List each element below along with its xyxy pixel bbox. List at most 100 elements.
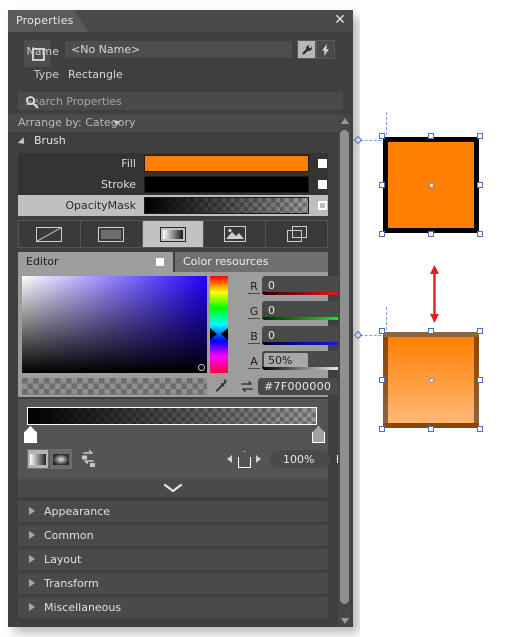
properties-content: Arrange by: Category Brush Fill Stroke O…: [8, 114, 346, 627]
channel-a-label: A: [248, 355, 260, 369]
gradient-brush-icon[interactable]: [142, 221, 205, 247]
channel-r-input[interactable]: 0: [262, 276, 346, 295]
handle-bottom-right[interactable]: [477, 231, 483, 237]
opacitymask-swatch[interactable]: [144, 197, 309, 214]
section-appearance[interactable]: Appearance: [18, 501, 328, 522]
gradient-stop-editor: 100%: [18, 399, 345, 479]
rectangle-shape[interactable]: [383, 137, 479, 233]
selected-stop-icon: [238, 451, 251, 468]
section-miscellaneous[interactable]: Miscellaneous: [18, 597, 328, 618]
opacitymask-advanced-toggle[interactable]: [318, 201, 327, 210]
hue-slider[interactable]: [210, 276, 228, 373]
editor-tabstrip: Editor Color resources: [18, 252, 328, 272]
channel-a-gradient: [262, 367, 346, 370]
no-brush-icon[interactable]: [19, 221, 81, 247]
handle-middle-left[interactable]: [379, 377, 385, 383]
wrench-icon[interactable]: [297, 40, 316, 59]
fill-advanced-toggle[interactable]: [318, 159, 327, 168]
alignment-guide-vertical: [386, 307, 387, 335]
handle-top-left[interactable]: [379, 133, 385, 139]
tab-properties[interactable]: Properties: [8, 10, 88, 32]
rotation-origin-icon[interactable]: [353, 330, 363, 340]
type-label: Type: [33, 68, 59, 81]
radial-gradient-icon[interactable]: [50, 449, 72, 469]
handle-bottom-left[interactable]: [379, 231, 385, 237]
channel-r-value: 0: [268, 279, 275, 292]
rectangle-with-opacity-mask[interactable]: [353, 307, 483, 432]
handle-top-center[interactable]: [428, 133, 434, 139]
swap-colors-icon[interactable]: [240, 380, 254, 396]
fill-swatch[interactable]: [144, 155, 309, 172]
saturation-value-picker[interactable]: [22, 276, 207, 373]
brush-row-stroke[interactable]: Stroke: [18, 174, 328, 195]
properties-scrollbar[interactable]: [338, 114, 351, 627]
eyedropper-icon[interactable]: [214, 379, 228, 396]
brush-section-header[interactable]: Brush: [8, 132, 338, 150]
rectangle-without-mask[interactable]: [353, 112, 483, 237]
properties-scroll-body: Arrange by: Category Brush Fill Stroke O…: [8, 114, 353, 627]
handle-top-left[interactable]: [379, 328, 385, 334]
tab-color-resources-label: Color resources: [183, 255, 269, 268]
handle-top-right[interactable]: [477, 133, 483, 139]
stroke-swatch[interactable]: [144, 176, 309, 193]
handle-bottom-left[interactable]: [379, 426, 385, 432]
search-input[interactable]: Search Properties: [18, 92, 343, 110]
channel-g-input[interactable]: 0: [262, 301, 346, 320]
gradient-stop-0[interactable]: [24, 426, 37, 443]
stroke-label: Stroke: [100, 178, 136, 191]
close-icon[interactable]: ✕: [331, 11, 349, 29]
stroke-advanced-toggle[interactable]: [318, 180, 327, 189]
next-stop-icon[interactable]: [256, 455, 261, 463]
handle-bottom-center[interactable]: [428, 426, 434, 432]
tab-editor[interactable]: Editor: [18, 252, 173, 272]
hex-color-input[interactable]: #7F000000: [258, 378, 340, 395]
arrange-by-dropdown[interactable]: Arrange by: Category: [8, 114, 338, 132]
chevron-expanded-icon: [17, 137, 28, 147]
hue-marker-right-icon: [221, 328, 228, 340]
color-preview-row: #7F000000: [18, 377, 340, 397]
prev-stop-icon[interactable]: [227, 455, 232, 463]
channel-g-value: 0: [268, 304, 275, 317]
handle-top-right[interactable]: [477, 328, 483, 334]
handle-bottom-center[interactable]: [428, 231, 434, 237]
handle-top-center[interactable]: [428, 328, 434, 334]
handle-middle-right[interactable]: [477, 182, 483, 188]
gradient-preview-bar[interactable]: [27, 407, 317, 425]
handle-bottom-right[interactable]: [477, 426, 483, 432]
rectangle-shape[interactable]: [383, 332, 479, 428]
handle-middle-right[interactable]: [477, 377, 483, 383]
linear-gradient-icon[interactable]: [27, 449, 49, 469]
image-brush-icon[interactable]: [204, 221, 267, 247]
brush-type-toolbar: [18, 220, 328, 248]
chevron-right-icon: [29, 507, 35, 515]
handle-middle-left[interactable]: [379, 182, 385, 188]
channel-g-label: G: [248, 305, 260, 319]
channel-r-gradient: [262, 292, 346, 295]
reverse-gradient-icon[interactable]: [79, 449, 99, 469]
name-input[interactable]: <No Name>: [65, 41, 292, 58]
collapse-editor-button[interactable]: [18, 479, 328, 497]
gradient-stop-1[interactable]: [312, 426, 325, 443]
scroll-up-icon[interactable]: [338, 114, 351, 127]
section-layout[interactable]: Layout: [18, 549, 328, 570]
brush-row-opacitymask[interactable]: OpacityMask: [18, 195, 328, 216]
scroll-down-icon[interactable]: [338, 614, 351, 627]
shape-center-point: [428, 182, 434, 188]
channel-b-input[interactable]: 0: [262, 326, 346, 345]
search-icon[interactable]: [25, 95, 338, 112]
sv-cursor: [198, 364, 205, 371]
fill-label: Fill: [121, 157, 136, 170]
tab-color-resources[interactable]: Color resources: [175, 252, 328, 272]
editor-options-icon[interactable]: [156, 258, 164, 266]
channel-a-input[interactable]: 50%: [262, 351, 346, 370]
lightning-bolt-icon[interactable]: [316, 40, 335, 59]
brush-row-fill[interactable]: Fill: [18, 153, 328, 174]
section-common[interactable]: Common: [18, 525, 328, 546]
solid-brush-icon[interactable]: [81, 221, 143, 247]
section-transform[interactable]: Transform: [18, 573, 328, 594]
rotation-origin-icon[interactable]: [353, 135, 363, 145]
scrollbar-thumb[interactable]: [340, 130, 349, 604]
channel-b-value: 0: [268, 329, 275, 342]
stop-offset-input[interactable]: 100%: [270, 450, 330, 468]
visual-brush-icon[interactable]: [266, 221, 327, 247]
